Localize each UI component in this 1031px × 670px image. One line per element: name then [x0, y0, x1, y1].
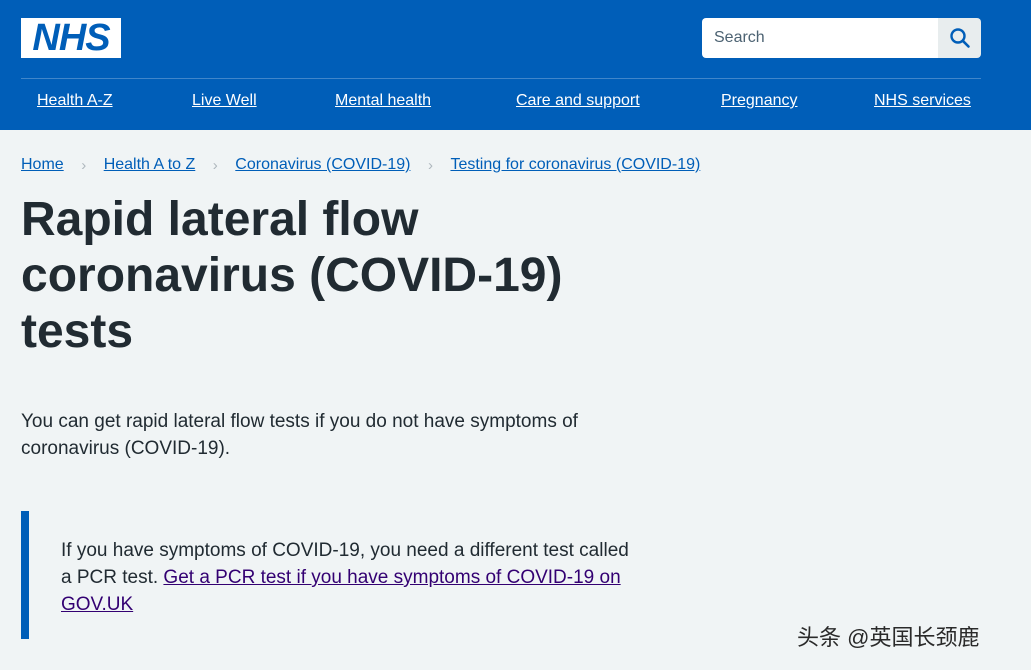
chevron-right-icon: ›: [427, 156, 433, 174]
inset-callout: If you have symptoms of COVID-19, you ne…: [21, 511, 651, 639]
nav-item-health-a-z[interactable]: Health A-Z: [37, 92, 113, 110]
nav-item-nhs-services[interactable]: NHS services: [874, 92, 971, 110]
nav-item-live-well[interactable]: Live Well: [192, 92, 257, 110]
site-header: NHS Health A-Z Live Well Mental health C…: [0, 0, 1031, 130]
breadcrumb-link-home[interactable]: Home: [21, 156, 64, 174]
chevron-right-icon: ›: [81, 156, 87, 174]
nav-item-pregnancy[interactable]: Pregnancy: [721, 92, 798, 110]
inset-text: If you have symptoms of COVID-19, you ne…: [61, 537, 641, 618]
nav-divider: [21, 78, 981, 79]
nhs-logo[interactable]: NHS: [21, 18, 121, 58]
search-icon: [949, 28, 970, 48]
breadcrumb-link-testing[interactable]: Testing for coronavirus (COVID-19): [450, 156, 700, 174]
primary-navigation: Health A-Z Live Well Mental health Care …: [0, 92, 1031, 118]
watermark: 头条 @英国长颈鹿: [797, 625, 980, 650]
search-form: [702, 18, 981, 58]
lead-paragraph: You can get rapid lateral flow tests if …: [21, 411, 578, 459]
nav-item-mental-health[interactable]: Mental health: [335, 92, 431, 110]
breadcrumb-link-coronavirus[interactable]: Coronavirus (COVID-19): [235, 156, 410, 174]
search-button[interactable]: [938, 18, 981, 58]
page-title: Rapid lateral flow coronavirus (COVID-19…: [21, 193, 563, 358]
chevron-right-icon: ›: [212, 156, 218, 174]
nav-item-care-and-support[interactable]: Care and support: [516, 92, 640, 110]
breadcrumb: Home › Health A to Z › Coronavirus (COVI…: [21, 155, 700, 175]
search-input[interactable]: [702, 18, 938, 58]
breadcrumb-link-health-a-to-z[interactable]: Health A to Z: [104, 156, 196, 174]
logo-text: NHS: [32, 17, 110, 59]
